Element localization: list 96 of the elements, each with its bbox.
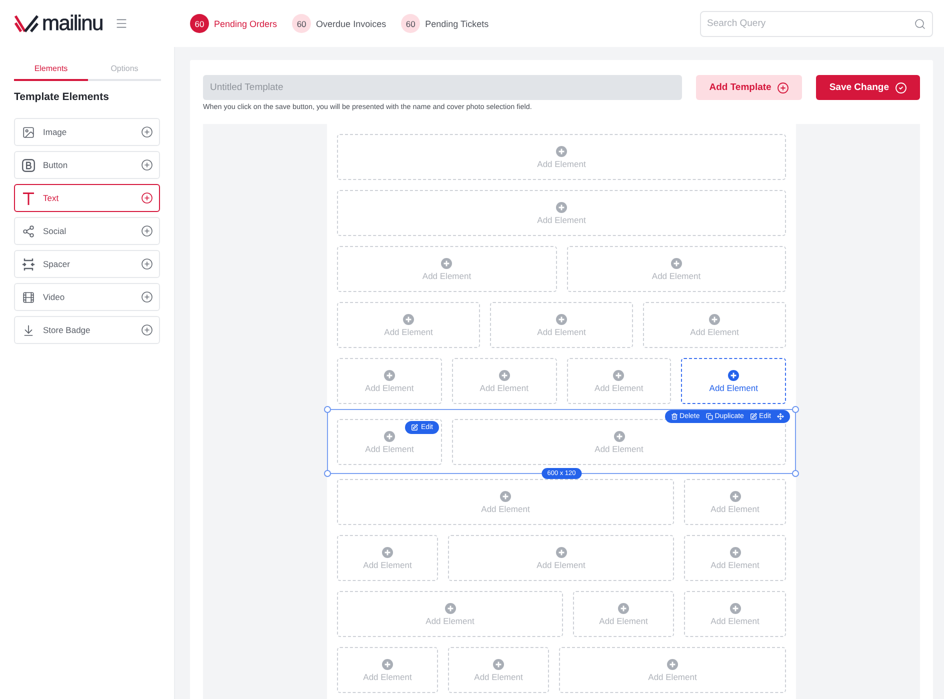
- add-button[interactable]: Add Template: [696, 75, 802, 100]
- element-slot[interactable]: Add Element: [337, 246, 556, 292]
- element-item[interactable]: Spacer: [14, 250, 160, 278]
- plus-circle-icon: [498, 370, 510, 380]
- search-icon: [914, 18, 926, 30]
- element-slot[interactable]: Add Element: [643, 302, 786, 348]
- plus-circle-icon: [493, 658, 504, 670]
- menu-button[interactable]: [114, 17, 128, 30]
- plus-circle-icon: [141, 159, 153, 171]
- spacer-icon: [22, 258, 35, 270]
- resize-handle[interactable]: [792, 406, 799, 413]
- element-slot[interactable]: Add Element: [337, 134, 786, 180]
- element-slot[interactable]: Add Element: [559, 647, 786, 693]
- element-slot[interactable]: Add Element: [448, 647, 549, 693]
- plus-circle-icon: [670, 258, 682, 268]
- bold-square-icon: [22, 158, 35, 172]
- count-badge: 60: [401, 14, 420, 33]
- element-item[interactable]: Image: [14, 118, 160, 146]
- count-badge: 60: [292, 14, 312, 33]
- element-item[interactable]: Store Badge: [14, 316, 160, 344]
- plus-circle-icon: [141, 225, 153, 237]
- sidebar-title: Template Elements: [14, 91, 110, 103]
- plus-circle-icon: [730, 490, 740, 502]
- element-item[interactable]: Social: [14, 217, 160, 245]
- search-field[interactable]: Search Query: [700, 10, 933, 36]
- element-item[interactable]: Video: [14, 283, 160, 311]
- edit-icon: [410, 424, 418, 431]
- element-slot[interactable]: Add Element: [337, 358, 442, 404]
- element-slot[interactable]: Add Element: [452, 358, 556, 404]
- plus-circle-icon: [556, 146, 567, 156]
- nav-link[interactable]: Pending Tickets: [425, 18, 489, 28]
- film-icon: [22, 290, 35, 304]
- resize-handle[interactable]: [324, 406, 331, 413]
- plus-circle-icon: [384, 370, 395, 380]
- plus-circle-icon: [141, 324, 153, 336]
- element-slot[interactable]: Add Element: [337, 591, 563, 637]
- sidebar-tab[interactable]: Elements: [14, 62, 88, 81]
- element-slot[interactable]: Add Element: [448, 535, 674, 581]
- element-slot[interactable]: Add Element: [681, 358, 786, 404]
- count-badge: 60: [190, 14, 209, 33]
- nav-link[interactable]: Overdue Invoices: [316, 18, 386, 28]
- plus-circle-icon: [556, 314, 567, 324]
- share-icon: [22, 224, 35, 238]
- resize-handle[interactable]: [324, 470, 331, 477]
- nav-link[interactable]: Pending Orders: [214, 18, 278, 28]
- save-button[interactable]: Save Change: [816, 75, 920, 100]
- plus-circle-icon: [777, 82, 790, 94]
- plus-circle-icon: [614, 430, 624, 442]
- plus-circle-icon: [441, 258, 452, 268]
- plus-circle-icon: [618, 602, 629, 614]
- logo-wordmark: mailinu: [42, 13, 103, 34]
- plus-circle-icon: [141, 291, 153, 303]
- menu-icon: [114, 17, 128, 30]
- element-item[interactable]: Button: [14, 151, 160, 179]
- plus-circle-icon: [382, 546, 393, 558]
- plus-circle-icon: [613, 370, 624, 380]
- element-slot[interactable]: Add Element: [684, 479, 786, 525]
- element-slot[interactable]: Add Element: [684, 535, 786, 581]
- trash-icon: [670, 413, 678, 420]
- image-icon: [22, 126, 35, 138]
- plus-circle-icon: [556, 202, 567, 212]
- plus-circle-icon: [709, 314, 720, 324]
- element-slot[interactable]: Add Element: [337, 647, 438, 693]
- element-slot[interactable]: Add Element: [566, 358, 672, 404]
- plus-circle-icon: [667, 658, 678, 670]
- copy-icon: [706, 413, 713, 420]
- plus-circle-icon: [730, 546, 740, 558]
- plus-circle-icon: [500, 490, 511, 502]
- element-slot[interactable]: Add Element: [337, 535, 438, 581]
- plus-circle-icon: [384, 430, 395, 442]
- sidebar-tab[interactable]: Options: [88, 62, 161, 81]
- element-slot[interactable]: Add Element: [573, 591, 674, 637]
- move-icon[interactable]: [777, 413, 784, 420]
- plus-circle-icon: [141, 258, 153, 270]
- element-slot[interactable]: Add Element: [337, 479, 674, 525]
- plus-circle-icon: [382, 658, 393, 670]
- resize-handle[interactable]: [792, 470, 799, 477]
- edit-icon: [750, 413, 757, 420]
- plus-circle-icon: [728, 370, 740, 380]
- download-icon: [22, 324, 35, 336]
- text-type-icon: [22, 192, 35, 204]
- plus-circle-icon: [730, 602, 740, 614]
- element-item[interactable]: Text: [14, 184, 160, 212]
- check-circle-icon: [895, 82, 907, 94]
- element-slot[interactable]: Add Element: [337, 302, 480, 348]
- element-slot[interactable]: Add Element: [490, 302, 633, 348]
- element-slot[interactable]: Add Element: [684, 591, 786, 637]
- plus-circle-icon: [556, 546, 566, 558]
- plus-circle-icon: [403, 314, 414, 324]
- logo-mark-icon: [14, 14, 39, 32]
- element-slot[interactable]: Add Element: [566, 246, 786, 292]
- plus-circle-icon: [141, 126, 153, 138]
- element-slot[interactable]: Add Element: [337, 190, 786, 236]
- template-name-field[interactable]: Untitled Template: [203, 75, 682, 100]
- plus-circle-icon: [141, 192, 153, 204]
- plus-circle-icon: [444, 602, 456, 614]
